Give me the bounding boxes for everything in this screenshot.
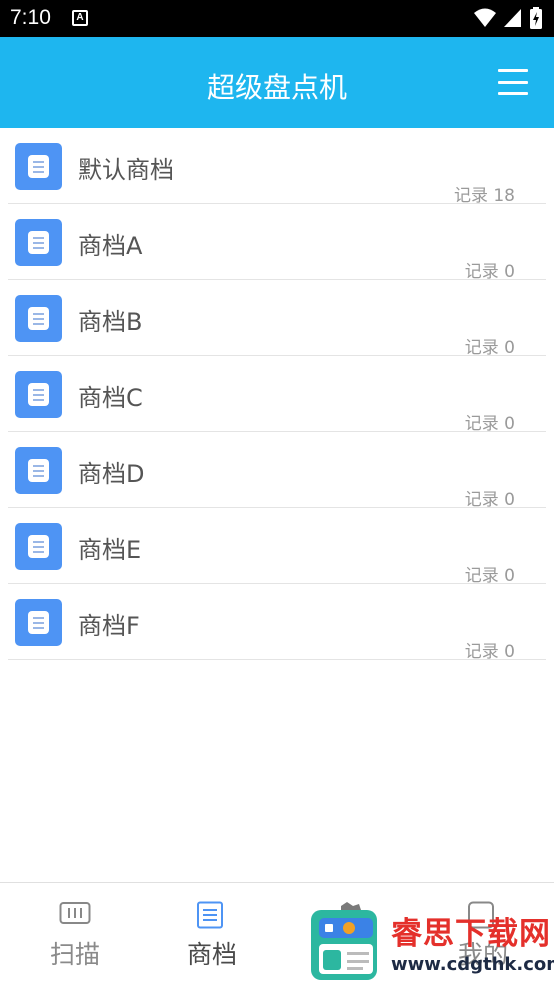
watermark: 睿思下载网 www.cdgthk.com — [305, 900, 554, 984]
list-item[interactable]: 商档D 记录 0 — [8, 432, 546, 510]
record-count: 记录 0 — [464, 262, 515, 282]
app-bar: 超级盘点机 — [0, 37, 554, 128]
record-count: 记录 18 — [453, 186, 515, 206]
wifi-icon — [474, 8, 496, 27]
page-title: 超级盘点机 — [206, 71, 347, 104]
store-name: 商档A — [78, 232, 143, 260]
document-list-icon — [197, 901, 223, 929]
document-icon — [15, 295, 62, 342]
store-list: 默认商档 记录 18 商档A 记录 0 商档B 记录 0 商档C 记录 0 商档… — [0, 128, 554, 662]
battery-icon — [530, 7, 542, 29]
record-count: 记录 0 — [464, 642, 515, 662]
list-item[interactable]: 商档C 记录 0 — [8, 356, 546, 434]
watermark-url: www.cdgthk.com — [391, 954, 554, 975]
store-name: 商档B — [78, 308, 143, 336]
cell-signal-icon — [504, 9, 521, 27]
list-item[interactable]: 商档E 记录 0 — [8, 508, 546, 586]
tab-scan[interactable]: 扫描 — [6, 883, 144, 984]
system-icons — [474, 7, 542, 29]
store-name: 商档F — [78, 612, 140, 640]
document-icon — [15, 523, 62, 570]
notification-icon: A — [72, 10, 88, 26]
document-icon — [15, 371, 62, 418]
record-count: 记录 0 — [464, 490, 515, 510]
record-count: 记录 0 — [464, 414, 515, 434]
hamburger-menu-icon[interactable] — [498, 69, 528, 95]
tab-stores[interactable]: 商档 — [143, 883, 281, 984]
list-item[interactable]: 默认商档 记录 18 — [8, 128, 546, 206]
store-name: 商档E — [78, 536, 142, 564]
record-count: 记录 0 — [464, 338, 515, 358]
list-item[interactable]: 商档F 记录 0 — [8, 584, 546, 662]
document-icon — [15, 143, 62, 190]
document-icon — [15, 599, 62, 646]
list-item[interactable]: 商档A 记录 0 — [8, 204, 546, 282]
barcode-icon — [59, 902, 91, 924]
store-name: 商档D — [78, 460, 145, 488]
list-item[interactable]: 商档B 记录 0 — [8, 280, 546, 358]
status-time: 7:10 — [10, 6, 51, 29]
document-icon — [15, 219, 62, 266]
store-name: 商档C — [78, 384, 143, 412]
watermark-logo-icon — [311, 902, 377, 980]
document-icon — [15, 447, 62, 494]
tab-label: 扫描 — [49, 940, 100, 969]
watermark-title: 睿思下载网 — [391, 916, 551, 952]
tab-label: 商档 — [186, 940, 237, 969]
status-bar: 7:10 A — [0, 0, 554, 37]
record-count: 记录 0 — [464, 566, 515, 586]
store-name: 默认商档 — [78, 156, 174, 184]
